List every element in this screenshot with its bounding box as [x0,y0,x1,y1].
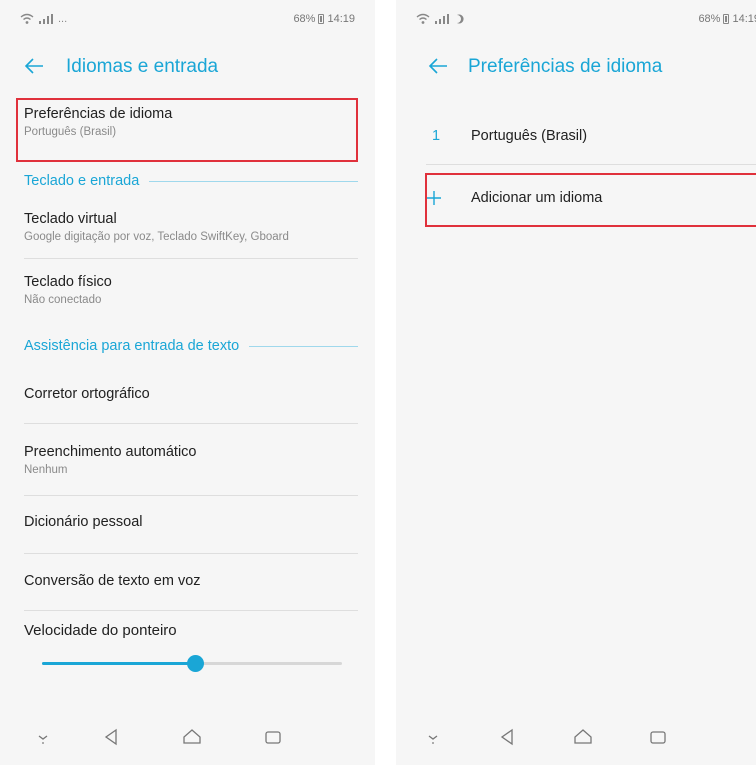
virtual-keyboard-item[interactable]: Teclado virtual Google digitação por voz… [24,211,351,243]
back-arrow-icon[interactable] [22,54,46,78]
text-to-speech-title: Conversão de texto em voz [24,573,201,589]
section-divider [149,180,358,182]
nav-home-icon[interactable] [572,726,594,748]
moon-icon [457,14,464,24]
section-assist-header: Assistência para entrada de texto [24,338,358,354]
section-assist-title: Assistência para entrada de texto [24,338,240,354]
highlight-box [16,98,358,162]
nav-recents-icon[interactable] [647,726,669,748]
slider-thumb[interactable] [187,655,204,672]
divider [24,495,358,496]
nav-back-icon[interactable] [101,726,123,748]
virtual-keyboard-summary: Google digitação por voz, Teclado SwiftK… [24,231,289,243]
wifi-icon [416,13,430,24]
battery-icon [318,14,325,24]
wifi-icon [20,13,34,24]
divider [24,610,358,611]
page-title: Idiomas e entrada [66,56,219,77]
nav-back-icon[interactable] [497,726,519,748]
signal-icon [435,14,449,24]
section-keyboard-header: Teclado e entrada [24,173,358,189]
spell-checker-title: Corretor ortográfico [24,386,150,402]
status-bar: 68% 14:19 [396,0,756,40]
spell-checker-item[interactable]: Corretor ortográfico [24,386,351,402]
navigation-bar [0,710,375,765]
autofill-item[interactable]: Preenchimento automático Nenhum [24,444,351,476]
clock: 14:19 [732,13,756,25]
battery-icon [723,14,730,24]
notification-dots: ... [58,13,68,25]
physical-keyboard-item[interactable]: Teclado físico Não conectado [24,274,351,306]
nav-down-icon[interactable] [32,726,54,748]
physical-keyboard-summary: Não conectado [24,294,102,306]
virtual-keyboard-title: Teclado virtual [24,211,117,227]
highlight-box [425,173,756,227]
text-to-speech-item[interactable]: Conversão de texto em voz [24,573,351,589]
battery-percent: 68% [698,13,721,25]
pointer-speed-item: Velocidade do ponteiro [24,622,351,639]
language-input-screen: ... 68% 14:19 Idiomas e entrada Preferên… [0,0,375,765]
nav-home-icon[interactable] [181,726,203,748]
divider [24,258,358,259]
battery-percent: 68% [293,13,316,25]
divider [426,164,756,165]
pointer-speed-slider[interactable] [42,653,342,673]
navigation-bar [396,710,756,765]
nav-recents-icon[interactable] [262,726,284,748]
section-keyboard-title: Teclado e entrada [24,173,140,189]
personal-dictionary-item[interactable]: Dicionário pessoal [24,514,351,530]
nav-down-icon[interactable] [422,726,444,748]
slider-fill [42,662,195,665]
autofill-summary: Nenhum [24,464,68,476]
status-bar: ... 68% 14:19 [0,0,375,40]
language-item[interactable]: 1 Português (Brasil) [396,118,756,178]
personal-dictionary-title: Dicionário pessoal [24,514,143,530]
divider [24,553,358,554]
language-rank: 1 [432,128,441,144]
app-bar: Preferências de idioma [396,48,756,88]
section-divider [249,345,358,347]
pointer-speed-title: Velocidade do ponteiro [24,622,177,639]
language-preferences-screen: 68% 14:19 Preferências de idioma 1 Portu… [396,0,756,765]
divider [24,423,358,424]
clock: 14:19 [327,13,355,25]
signal-icon [39,14,53,24]
language-name: Português (Brasil) [471,128,588,144]
app-bar: Idiomas e entrada [0,48,375,88]
physical-keyboard-title: Teclado físico [24,274,112,290]
page-title: Preferências de idioma [468,56,663,77]
autofill-title: Preenchimento automático [24,444,197,460]
back-arrow-icon[interactable] [426,54,450,78]
